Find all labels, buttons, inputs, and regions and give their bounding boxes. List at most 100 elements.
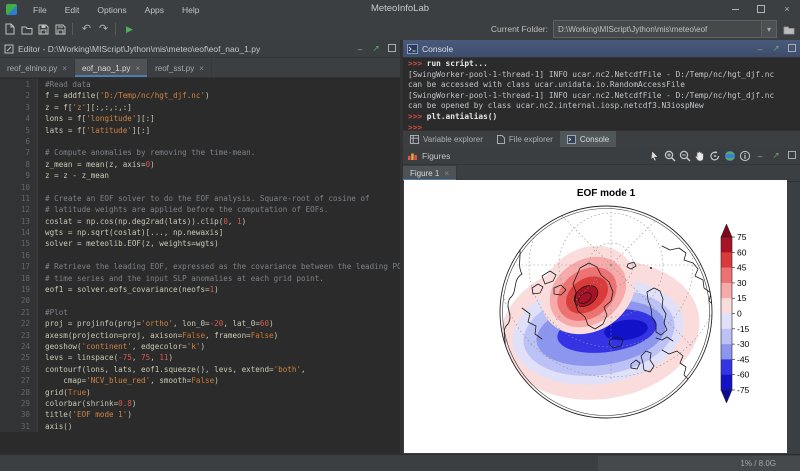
code-line[interactable]: 23axesm(projection=proj, axison=False, f…	[0, 330, 400, 341]
code-line[interactable]: 2f = addfile('D:/Temp/nc/hgt_djf.nc')	[0, 90, 400, 101]
full-extent-globe-icon[interactable]	[722, 148, 737, 163]
chevron-down-icon[interactable]: ▾	[761, 21, 776, 37]
figure-canvas[interactable]: EOF mode 1	[404, 180, 787, 453]
line-number: 28	[0, 387, 38, 398]
run-script-icon[interactable]: ▶	[122, 21, 137, 37]
code-line[interactable]: 5lats = f['latitude'][:]	[0, 125, 400, 136]
identify-info-icon[interactable]	[737, 148, 752, 163]
line-number: 30	[0, 409, 38, 420]
code-line[interactable]: 1#Read data	[0, 79, 400, 90]
window-close-button[interactable]: ×	[774, 0, 800, 18]
menu-bar: FileEditOptionsAppsHelp	[0, 0, 800, 18]
redo-icon[interactable]: ↷	[96, 21, 111, 37]
code-line[interactable]: 24geoshow('continent', edgecolor='k')	[0, 341, 400, 352]
code-line[interactable]: 22proj = projinfo(proj='ortho', lon_0=-2…	[0, 318, 400, 329]
figures-title: Figures	[422, 151, 450, 161]
pan-hand-icon[interactable]	[692, 148, 707, 163]
code-line[interactable]: 30title('EOF mode 1')	[0, 409, 400, 420]
console-panel: Console – ↗ >>> run script...[SwingWorke…	[403, 40, 800, 147]
console-tab-bar: Variable explorer File explorer Console	[403, 130, 800, 147]
contour-fills	[491, 228, 708, 413]
code-line[interactable]: 31axis()	[0, 421, 400, 432]
file-explorer-icon	[497, 135, 505, 144]
code-line[interactable]: 27 cmap='NCV_blue_red', smooth=False)	[0, 375, 400, 386]
window-minimize-button[interactable]	[722, 0, 748, 18]
rotate-icon[interactable]	[707, 148, 722, 163]
menu-help[interactable]: Help	[173, 5, 208, 15]
code-line[interactable]: 16	[0, 250, 400, 261]
console-icon	[407, 44, 418, 54]
console-output[interactable]: >>> run script...[SwingWorker-pool-1-thr…	[403, 57, 800, 135]
code-line[interactable]: 21#Plot	[0, 307, 400, 318]
line-number: 6	[0, 136, 38, 147]
console-maximize-icon[interactable]	[784, 44, 800, 54]
meteoinfolab-window: FileEditOptionsAppsHelp MeteoInfoLab × ↶…	[0, 0, 800, 471]
code-line[interactable]: 9z = z - z_mean	[0, 170, 400, 181]
editor-tab-reof_elnino.py[interactable]: reof_elnino.py×	[0, 59, 75, 77]
code-line[interactable]: 4lons = f['longitude'][:]	[0, 113, 400, 124]
editor-minimize-icon[interactable]: –	[352, 44, 368, 54]
current-folder-value: D:\Working\MIScript\Jython\mis\meteo\eof	[554, 25, 761, 34]
code-line[interactable]: 25levs = linspace(-75, 75, 11)	[0, 352, 400, 363]
tab-console[interactable]: Console	[560, 131, 616, 147]
console-line: [SwingWorker-pool-1-thread-1] INFO ucar.…	[408, 91, 795, 102]
editor-maximize-icon[interactable]	[384, 44, 400, 54]
close-tab-icon[interactable]: ×	[135, 64, 140, 73]
line-number: 12	[0, 204, 38, 215]
console-minimize-icon[interactable]: –	[752, 44, 768, 54]
code-line[interactable]: 20	[0, 295, 400, 306]
code-line[interactable]: 7# Compute anomalies by removing the tim…	[0, 147, 400, 158]
code-line[interactable]: 15solver = meteolib.EOF(z, weights=wgts)	[0, 238, 400, 249]
tab-variable-explorer[interactable]: Variable explorer	[403, 131, 490, 147]
code-line[interactable]: 29colorbar(shrink=0.8)	[0, 398, 400, 409]
code-line[interactable]: 28grid(True)	[0, 387, 400, 398]
code-line[interactable]: 17# Retrieve the leading EOF, expressed …	[0, 261, 400, 272]
figures-float-icon[interactable]: ↗	[768, 150, 784, 161]
new-file-icon[interactable]	[2, 21, 17, 37]
menu-apps[interactable]: Apps	[136, 5, 173, 15]
code-line[interactable]: 8z_mean = mean(z, axis=0)	[0, 159, 400, 170]
variable-explorer-icon	[410, 135, 419, 144]
select-arrow-icon[interactable]	[647, 148, 662, 163]
code-line[interactable]: 6	[0, 136, 400, 147]
menu-options[interactable]: Options	[88, 5, 135, 15]
tab-file-explorer[interactable]: File explorer	[490, 131, 560, 147]
close-figure-tab-icon[interactable]: ×	[444, 169, 449, 178]
code-line[interactable]: 3z = f['z'][:,:,:,:]	[0, 102, 400, 113]
zoom-in-icon[interactable]	[662, 148, 677, 163]
code-line[interactable]: 18# time series and the input SLP anomal…	[0, 273, 400, 284]
line-number: 4	[0, 113, 38, 124]
line-number: 20	[0, 295, 38, 306]
figures-minimize-icon[interactable]: –	[752, 151, 768, 161]
zoom-out-icon[interactable]	[677, 148, 692, 163]
console-tab-icon	[567, 135, 576, 144]
code-line[interactable]: 10	[0, 182, 400, 193]
status-bar: 1% / 8.0G	[0, 454, 800, 471]
editor-float-icon[interactable]: ↗	[368, 43, 384, 54]
memory-indicator[interactable]: 1% / 8.0G	[598, 456, 800, 471]
current-folder-combobox[interactable]: D:\Working\MIScript\Jython\mis\meteo\eof…	[553, 20, 777, 38]
window-maximize-button[interactable]	[748, 0, 774, 18]
code-line[interactable]: 13coslat = np.cos(np.deg2rad(lats)).clip…	[0, 216, 400, 227]
browse-folder-icon[interactable]	[781, 21, 796, 37]
close-tab-icon[interactable]: ×	[199, 64, 204, 73]
code-line[interactable]: 12# latitude weights are applied before …	[0, 204, 400, 215]
console-float-icon[interactable]: ↗	[768, 43, 784, 54]
editor-tab-reof_sst.py[interactable]: reof_sst.py×	[148, 59, 212, 77]
line-number: 10	[0, 182, 38, 193]
code-line[interactable]: 14wgts = np.sqrt(coslat)[..., np.newaxis…	[0, 227, 400, 238]
figures-maximize-icon[interactable]	[784, 151, 800, 161]
open-file-icon[interactable]	[19, 21, 34, 37]
save-icon[interactable]	[36, 21, 51, 37]
code-line[interactable]: 19eof1 = solver.eofs_covariance(neofs=1)	[0, 284, 400, 295]
code-line[interactable]: 26contourf(lons, lats, eof1.squeeze(), l…	[0, 364, 400, 375]
menu-file[interactable]: File	[24, 5, 56, 15]
tab-figure-1[interactable]: Figure 1 ×	[403, 166, 457, 181]
close-tab-icon[interactable]: ×	[62, 64, 67, 73]
code-line[interactable]: 11# Create an EOF solver to do the EOF a…	[0, 193, 400, 204]
code-editor[interactable]: 1#Read data2f = addfile('D:/Temp/nc/hgt_…	[0, 76, 400, 455]
undo-icon[interactable]: ↶	[79, 21, 94, 37]
editor-tab-eof_nao_1.py[interactable]: eof_nao_1.py×	[75, 59, 148, 77]
save-as-icon[interactable]	[53, 21, 68, 37]
menu-edit[interactable]: Edit	[56, 5, 89, 15]
